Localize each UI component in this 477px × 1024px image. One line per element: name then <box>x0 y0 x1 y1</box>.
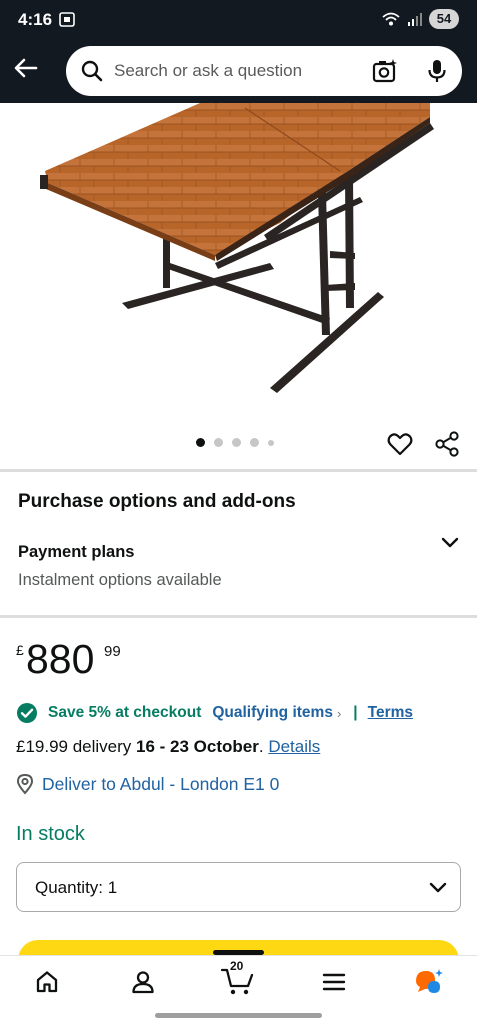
deliver-to-location[interactable]: Deliver to Abdul - London E1 0 <box>16 773 279 795</box>
gesture-bar <box>155 1013 322 1018</box>
screen-record-icon <box>59 12 75 27</box>
instalment-options-text: Instalment options available <box>18 571 222 589</box>
product-page: 4:16 54 Search or ask a question Purchas… <box>0 0 477 1024</box>
app-header: Search or ask a question <box>0 40 477 103</box>
delivery-dates: 16 - 23 October <box>136 737 259 756</box>
bottom-navigation: 20 <box>0 950 477 1024</box>
terms-link[interactable]: Terms <box>368 704 413 722</box>
camera-lens-icon[interactable] <box>372 58 398 84</box>
chevron-down-icon[interactable] <box>438 531 462 555</box>
delivery-period: . <box>258 737 269 756</box>
rufus-assistant-icon <box>416 969 443 993</box>
nav-profile[interactable] <box>125 964 161 1000</box>
image-carousel-dots[interactable] <box>196 438 274 447</box>
status-icons: 54 <box>381 9 459 29</box>
status-time: 4:16 <box>18 10 53 29</box>
nav-cart[interactable]: 20 <box>220 959 256 1000</box>
purchase-options-title: Purchase options and add-ons <box>18 491 296 512</box>
separator: | <box>353 704 358 721</box>
chevron-right-icon[interactable]: › <box>337 706 341 721</box>
promo-row: Save 5% at checkout Qualifying items › |… <box>16 702 413 724</box>
section-divider <box>0 469 477 472</box>
delivery-info: £19.99 delivery 16 - 23 October. Details <box>16 737 320 757</box>
quantity-value: Quantity: 1 <box>35 878 118 897</box>
nav-rufus[interactable] <box>411 964 447 1000</box>
quantity-dropdown[interactable]: Quantity: 1 <box>16 862 461 912</box>
location-pin-icon <box>16 773 34 795</box>
search-bar[interactable]: Search or ask a question <box>66 46 462 96</box>
cart-count-badge: 20 <box>230 959 244 973</box>
delivery-cost: £19.99 delivery <box>16 737 137 756</box>
status-bar: 4:16 54 <box>0 0 477 40</box>
search-input[interactable]: Search or ask a question <box>114 61 302 81</box>
price-whole: 880 <box>26 636 95 682</box>
chevron-down-icon <box>429 882 447 893</box>
check-circle-icon <box>17 703 37 723</box>
carousel-dot[interactable] <box>268 439 274 446</box>
qualifying-items-link[interactable]: Qualifying items <box>212 704 333 722</box>
carousel-dot[interactable] <box>196 438 205 447</box>
carousel-dot[interactable] <box>250 438 259 447</box>
carousel-dot[interactable] <box>232 438 241 447</box>
payment-plans-label[interactable]: Payment plans <box>18 543 134 562</box>
product-image[interactable] <box>0 103 477 423</box>
carousel-dot[interactable] <box>214 438 223 447</box>
home-icon <box>36 971 58 993</box>
wifi-icon <box>382 12 400 26</box>
microphone-icon[interactable] <box>426 58 448 84</box>
active-tab-indicator <box>213 950 264 955</box>
search-icon <box>81 60 103 82</box>
menu-icon <box>322 973 346 991</box>
save-promo-text: Save 5% at checkout <box>48 704 202 721</box>
signal-icon <box>408 13 422 26</box>
section-divider <box>0 615 477 618</box>
nav-home[interactable] <box>29 964 65 1000</box>
stock-status: In stock <box>16 823 85 845</box>
heart-icon[interactable] <box>386 430 414 458</box>
nav-menu[interactable] <box>316 964 352 1000</box>
battery-indicator: 54 <box>429 9 459 29</box>
price-currency: £ <box>16 642 24 658</box>
share-icon[interactable] <box>433 430 461 458</box>
back-arrow-icon[interactable] <box>10 52 42 84</box>
delivery-details-link[interactable]: Details <box>268 737 320 756</box>
deliver-to-text[interactable]: Deliver to Abdul - London E1 0 <box>42 774 279 795</box>
profile-icon <box>132 971 154 994</box>
price-fraction: 99 <box>104 643 121 660</box>
